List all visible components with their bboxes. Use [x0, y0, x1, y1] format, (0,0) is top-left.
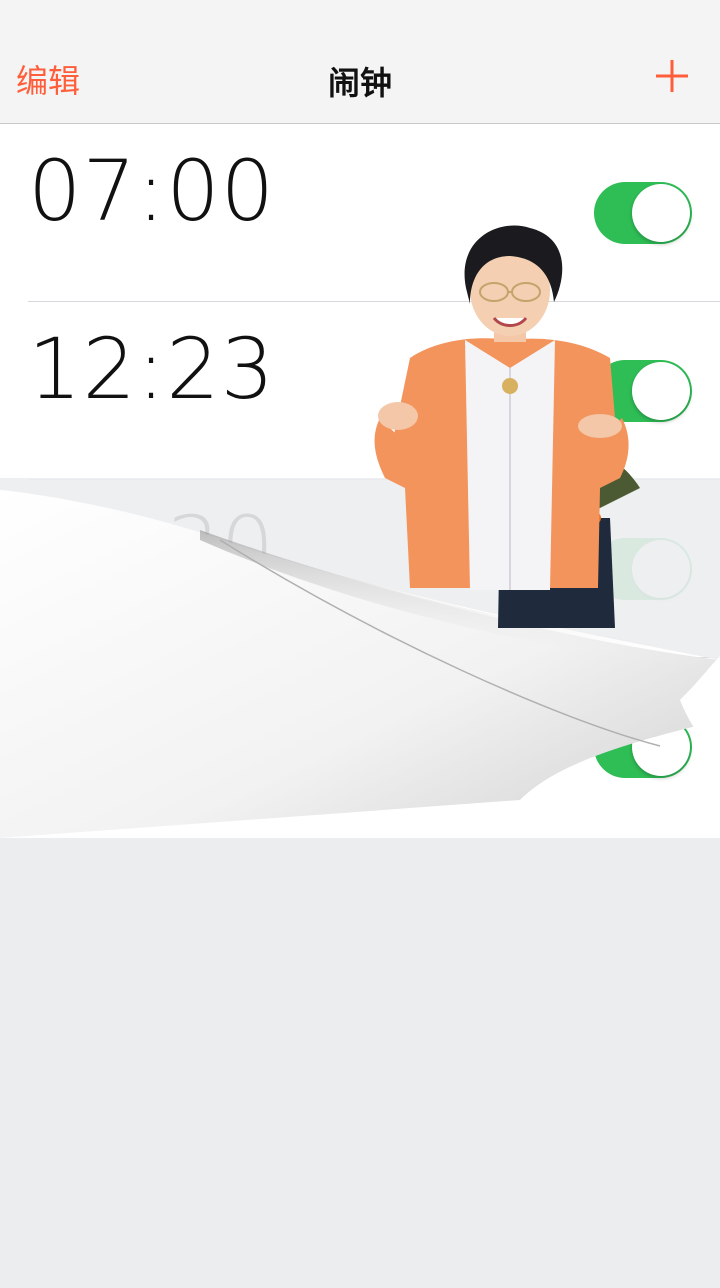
toggle-knob [632, 718, 690, 776]
alarm-time: 17:30 [28, 498, 276, 596]
alarm-time: 07:00 [28, 142, 276, 240]
navigation-bar: 编辑 闹钟 [0, 0, 720, 124]
add-alarm-button[interactable] [654, 58, 690, 94]
alarm-time: 12:23 [28, 320, 276, 418]
alarm-time: 18:30 [28, 676, 276, 774]
plus-icon [656, 60, 688, 92]
page-title: 闹钟 [327, 64, 392, 102]
person-illustration [374, 225, 640, 628]
alarm-toggle[interactable] [594, 716, 692, 778]
alarm-row[interactable]: 18:30 [0, 658, 720, 836]
